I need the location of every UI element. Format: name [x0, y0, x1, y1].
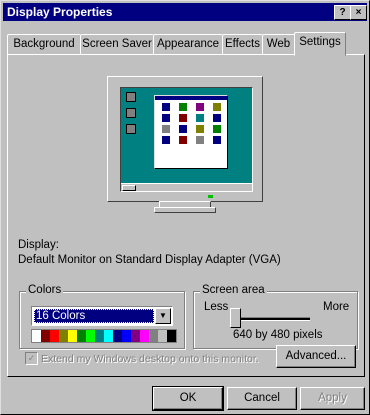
- colors-group: Colors 16 Colors ▼: [19, 284, 185, 349]
- color-swatch: [41, 330, 50, 342]
- monitor-preview: [107, 76, 263, 213]
- preview-folder-icon: [213, 103, 221, 111]
- color-swatch: [149, 330, 158, 342]
- display-label: Display:: [18, 239, 59, 251]
- color-swatch: [140, 330, 149, 342]
- preview-folder-icon: [213, 125, 221, 133]
- settings-panel: Display: Default Monitor on Standard Dis…: [7, 54, 365, 377]
- preview-folder-icon: [196, 103, 204, 111]
- extend-desktop-label: Extend my Windows desktop onto this moni…: [41, 353, 259, 365]
- more-label: More: [323, 301, 350, 313]
- color-swatch: [167, 330, 176, 342]
- tab-background[interactable]: Background: [7, 34, 81, 55]
- close-button[interactable]: ×: [350, 5, 367, 20]
- chevron-down-icon[interactable]: ▼: [155, 308, 171, 324]
- window-title: Display Properties: [7, 5, 113, 19]
- resolution-label: 640 by 480 pixels: [233, 329, 323, 341]
- help-button[interactable]: ?: [334, 5, 351, 20]
- color-swatch: [50, 330, 59, 342]
- color-swatch: [86, 330, 95, 342]
- preview-folder-icon: [196, 125, 204, 133]
- tab-settings[interactable]: Settings: [294, 32, 346, 56]
- color-swatch: [77, 330, 86, 342]
- display-properties-window: Display Properties ? × Background Screen…: [0, 0, 370, 415]
- preview-folder-icon: [179, 114, 187, 122]
- preview-folder-icon: [196, 114, 204, 122]
- color-swatch: [131, 330, 140, 342]
- network-icon: [124, 108, 138, 118]
- colors-group-title: Colors: [26, 284, 64, 296]
- color-palette-strip: [31, 329, 177, 343]
- screen-area-group: Screen area Less More 640 by 480 pixels: [193, 284, 358, 349]
- power-led-icon: [208, 195, 213, 198]
- less-label: Less: [204, 301, 229, 313]
- color-swatch: [104, 330, 113, 342]
- recycle-bin-icon: [124, 124, 138, 134]
- preview-start-button: [122, 185, 136, 191]
- tab-effects[interactable]: Effects: [222, 34, 263, 55]
- monitor-base: [154, 207, 216, 213]
- preview-icon-grid: [155, 100, 227, 147]
- colors-select-value: 16 Colors: [34, 309, 154, 323]
- preview-folder-icon: [162, 103, 170, 111]
- color-swatch: [95, 330, 104, 342]
- apply-button[interactable]: Apply: [300, 387, 365, 410]
- color-swatch: [32, 330, 41, 342]
- monitor-screen: [120, 87, 253, 192]
- color-swatch: [59, 330, 68, 342]
- display-value: Default Monitor on Standard Display Adap…: [18, 254, 281, 266]
- color-swatch: [113, 330, 122, 342]
- screen-area-slider-track[interactable]: [234, 317, 310, 321]
- title-bar[interactable]: Display Properties ? ×: [3, 3, 367, 21]
- preview-folder-icon: [213, 114, 221, 122]
- preview-folder-icon: [162, 114, 170, 122]
- preview-folder-icon: [162, 125, 170, 133]
- color-swatch: [158, 330, 167, 342]
- screen-area-group-title: Screen area: [200, 284, 267, 296]
- advanced-button[interactable]: Advanced...: [276, 345, 356, 368]
- preview-folder-icon: [196, 136, 204, 144]
- tab-screen-saver[interactable]: Screen Saver: [80, 34, 154, 55]
- screen-area-slider-thumb[interactable]: [230, 308, 241, 328]
- colors-select[interactable]: 16 Colors ▼: [31, 306, 173, 326]
- preview-folder-icon: [179, 103, 187, 111]
- preview-window: [154, 95, 228, 169]
- preview-folder-icon: [162, 136, 170, 144]
- tab-web[interactable]: Web: [262, 34, 295, 55]
- color-swatch: [122, 330, 131, 342]
- ok-button[interactable]: OK: [152, 386, 224, 411]
- monitor-bezel: [107, 76, 263, 202]
- cancel-button[interactable]: Cancel: [227, 387, 297, 410]
- color-swatch: [68, 330, 77, 342]
- my-computer-icon: [124, 92, 138, 102]
- preview-taskbar: [121, 183, 252, 191]
- tab-appearance[interactable]: Appearance: [153, 34, 223, 55]
- preview-folder-icon: [213, 136, 221, 144]
- preview-folder-icon: [179, 125, 187, 133]
- preview-folder-icon: [179, 136, 187, 144]
- extend-desktop-checkbox[interactable]: ✓: [25, 352, 38, 365]
